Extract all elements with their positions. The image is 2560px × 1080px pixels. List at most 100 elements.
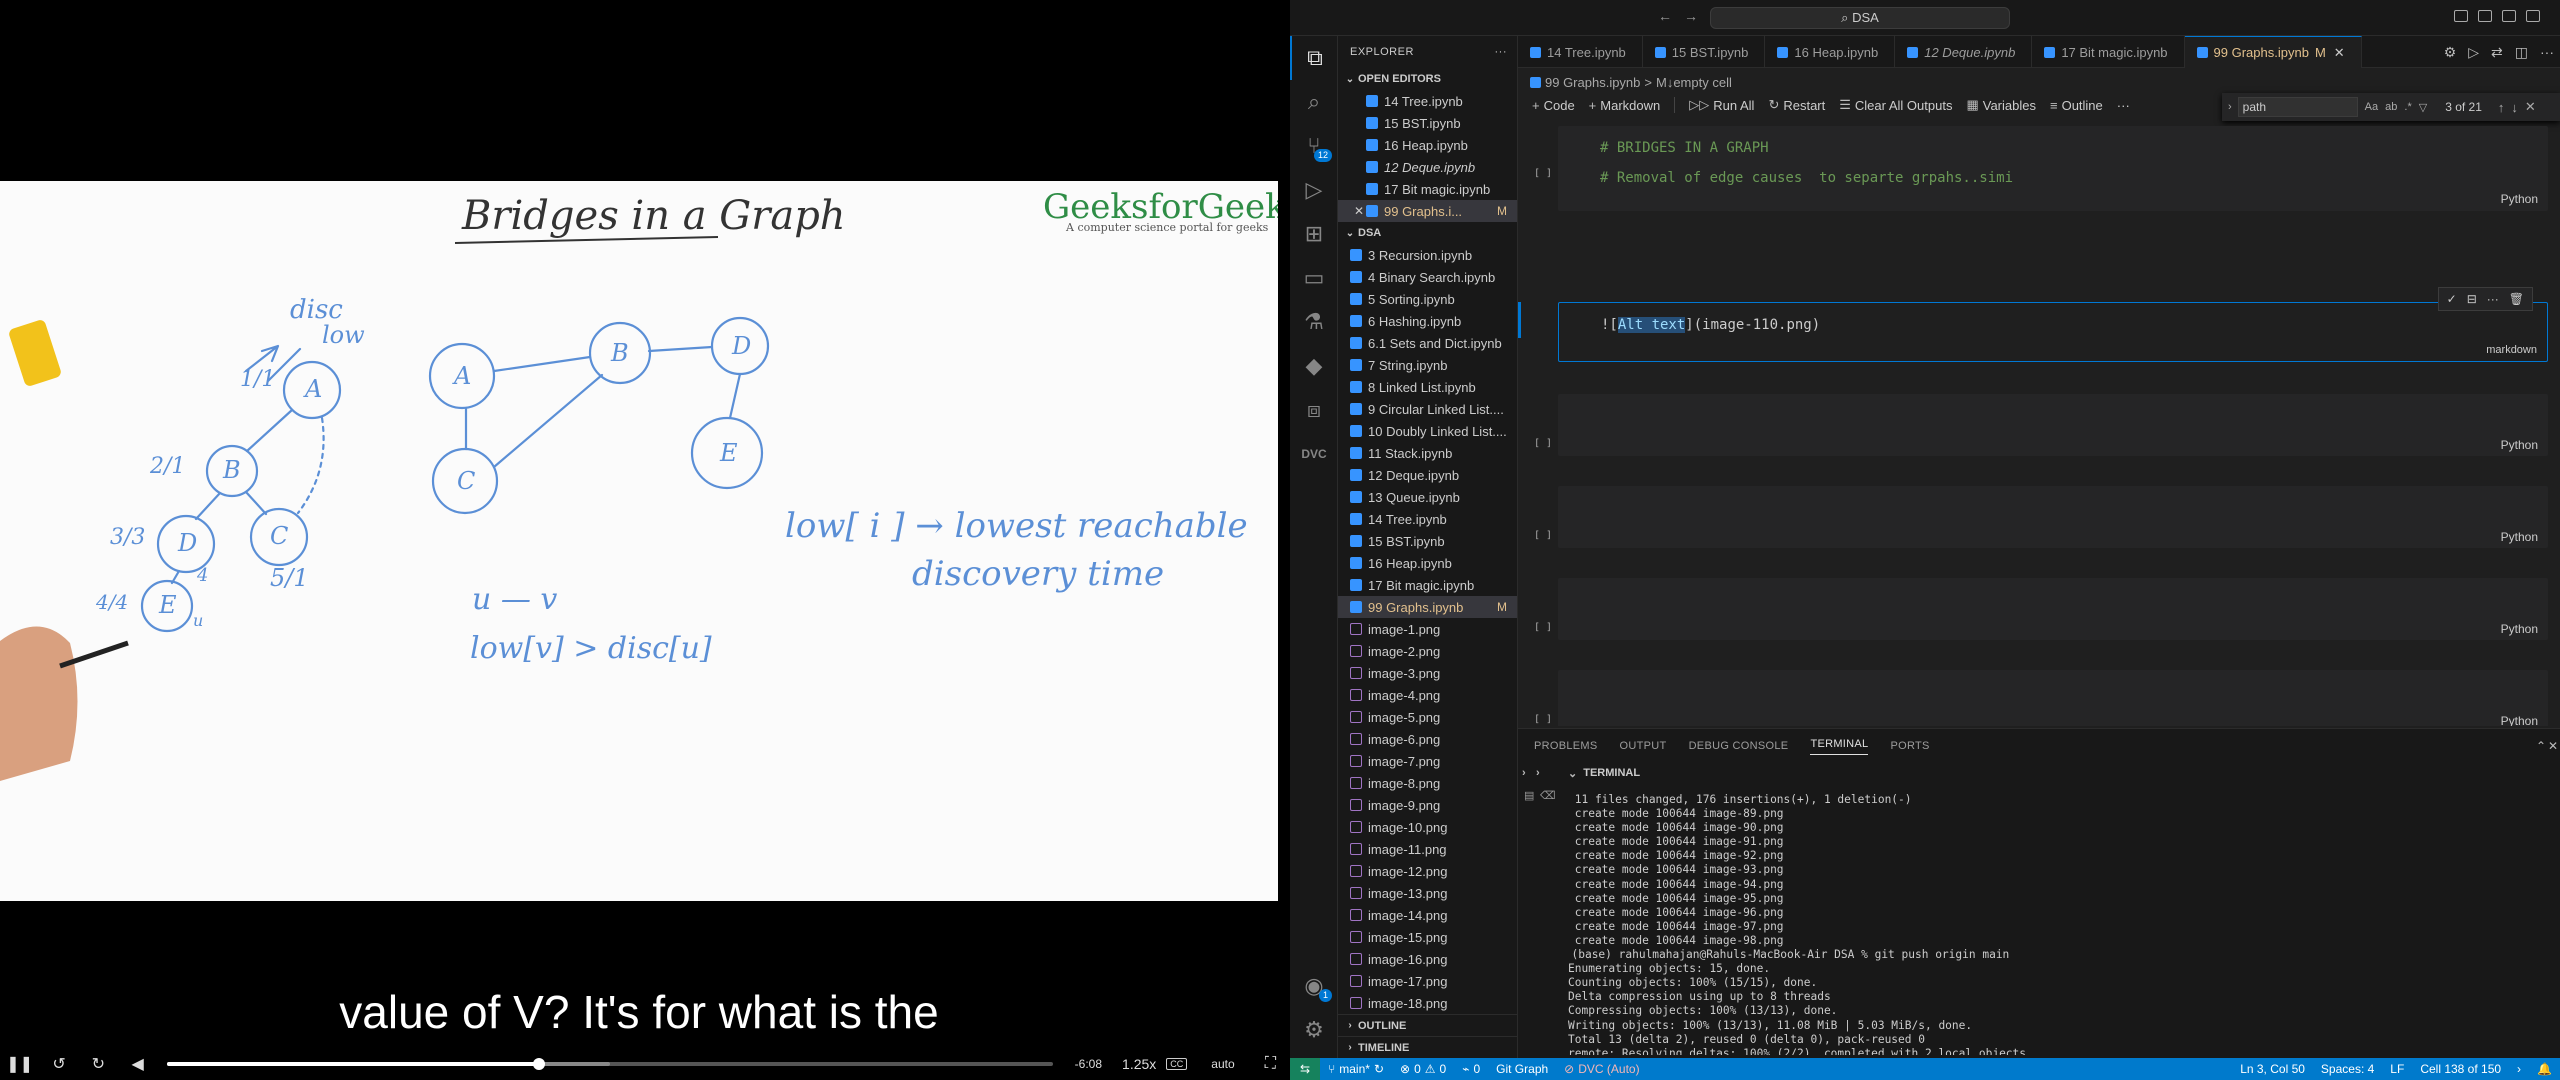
chevron-right-icon[interactable]: › <box>1536 767 1540 779</box>
cell-language[interactable]: Python <box>2501 192 2538 206</box>
add-markdown-button[interactable]: + Markdown <box>1589 98 1661 113</box>
extensions-icon[interactable]: ⊞ <box>1290 212 1338 256</box>
more-icon[interactable]: ··· <box>2540 44 2554 61</box>
file-tree-item[interactable]: image-3.png <box>1338 662 1517 684</box>
chevron-right-icon[interactable]: › <box>1522 767 1526 779</box>
file-tree-item[interactable]: image-17.png <box>1338 970 1517 992</box>
close-find-icon[interactable]: ✕ <box>2525 99 2536 115</box>
file-tree-item[interactable]: image-6.png <box>1338 728 1517 750</box>
file-tree-item[interactable]: image-8.png <box>1338 772 1517 794</box>
fullscreen-icon[interactable]: ⛶ <box>1251 1048 1290 1080</box>
file-tree-item[interactable]: 6 Hashing.ipynb <box>1338 310 1517 332</box>
open-editor-item[interactable]: 14 Tree.ipynb <box>1338 90 1517 112</box>
maximize-panel-icon[interactable]: ⌃ <box>2536 739 2546 753</box>
previous-match-icon[interactable]: ↑ <box>2498 100 2505 115</box>
ports-indicator[interactable]: ⌁ 0 <box>1454 1062 1488 1076</box>
speed-button[interactable]: 1.25x <box>1112 1056 1166 1072</box>
dvc-indicator[interactable]: ⊘ DVC (Auto) <box>1556 1062 1647 1076</box>
open-editor-item[interactable]: 12 Deque.ipynb <box>1338 156 1517 178</box>
editor-tab[interactable]: 17 Bit magic.ipynb <box>2032 36 2185 68</box>
settings-gear-icon[interactable]: ⚙ <box>1290 1008 1338 1052</box>
toggle-sidebar-icon[interactable] <box>2454 10 2468 22</box>
more-icon[interactable]: ··· <box>2487 292 2499 306</box>
file-tree-item[interactable]: 8 Linked List.ipynb <box>1338 376 1517 398</box>
source-control-icon[interactable]: ⑂ 12 <box>1290 124 1338 168</box>
clear-outputs-button[interactable]: ☰ Clear All Outputs <box>1839 97 1952 113</box>
captions-button[interactable]: CC <box>1166 1058 1188 1070</box>
variables-button[interactable]: ▦ Variables <box>1966 97 2036 113</box>
compare-icon[interactable]: ⇄ <box>2491 44 2503 61</box>
clear-terminal-icon[interactable]: ⌫ <box>1540 789 1556 802</box>
video-frame[interactable]: GeeksforGeeks A computer science portal … <box>0 181 1278 901</box>
match-case-icon[interactable]: Aa <box>2365 101 2378 113</box>
terminal-output[interactable]: 11 files changed, 176 insertions(+), 1 d… <box>1568 793 2538 1055</box>
chevron-down-icon[interactable]: ⌄ <box>1568 767 1577 780</box>
restart-button[interactable]: ↻ Restart <box>1768 97 1825 113</box>
panel-tab-output[interactable]: OUTPUT <box>1620 740 1667 752</box>
file-tree-item[interactable]: image-4.png <box>1338 684 1517 706</box>
cell-language[interactable]: Python <box>2501 622 2538 636</box>
match-word-icon[interactable]: ab <box>2385 101 2397 113</box>
breadcrumb-cell[interactable]: M↓empty cell <box>1656 75 1732 90</box>
testing-icon[interactable]: ⚗ <box>1290 300 1338 344</box>
volume-icon[interactable]: ◀ <box>118 1048 157 1080</box>
file-tree-item[interactable]: image-13.png <box>1338 882 1517 904</box>
file-tree-item[interactable]: image-14.png <box>1338 904 1517 926</box>
cell-position[interactable]: Cell 138 of 150 <box>2412 1062 2509 1076</box>
add-code-button[interactable]: + Code <box>1532 98 1575 113</box>
file-tree-item[interactable]: image-16.png <box>1338 948 1517 970</box>
file-tree-item[interactable]: image-9.png <box>1338 794 1517 816</box>
run-icon[interactable]: ▷ <box>2468 44 2479 61</box>
remote-indicator[interactable]: ⇆ <box>1290 1058 1321 1080</box>
docker-icon[interactable]: ◆ <box>1290 344 1338 388</box>
markdown-cell[interactable]: ![Alt text](image-110.png) markdown ✓ ⊟ … <box>1558 287 2548 362</box>
timeline-section[interactable]: › TIMELINE <box>1338 1036 1517 1058</box>
panel-tab-terminal[interactable]: TERMINAL <box>1810 738 1869 755</box>
check-icon[interactable]: ✓ <box>2447 292 2457 306</box>
file-tree-item[interactable]: image-10.png <box>1338 816 1517 838</box>
cell-language[interactable]: Python <box>2501 530 2538 544</box>
editor-tab[interactable]: 14 Tree.ipynb <box>1518 36 1643 68</box>
file-tree-item[interactable]: 6.1 Sets and Dict.ipynb <box>1338 332 1517 354</box>
open-editor-item[interactable]: 17 Bit magic.ipynb <box>1338 178 1517 200</box>
panel-tab-problems[interactable]: PROBLEMS <box>1534 740 1598 752</box>
quality-button[interactable]: auto <box>1201 1057 1244 1071</box>
file-tree-item[interactable]: image-5.png <box>1338 706 1517 728</box>
file-tree-item[interactable]: 4 Binary Search.ipynb <box>1338 266 1517 288</box>
command-center[interactable]: ⌕ DSA <box>1710 7 2010 29</box>
file-tree-item[interactable]: 12 Deque.ipynb <box>1338 464 1517 486</box>
breadcrumb-file[interactable]: 99 Graphs.ipynb <box>1545 75 1640 90</box>
editor-tab[interactable]: 16 Heap.ipynb <box>1765 36 1896 68</box>
file-tree-item[interactable]: 10 Doubly Linked List.... <box>1338 420 1517 442</box>
close-icon[interactable]: ✕ <box>1352 204 1366 218</box>
code-cell[interactable]: Python <box>1558 394 2548 456</box>
file-tree-item[interactable]: 9 Circular Linked List.... <box>1338 398 1517 420</box>
folder-header[interactable]: ⌄ DSA <box>1338 222 1517 244</box>
file-tree-item[interactable]: image-7.png <box>1338 750 1517 772</box>
file-tree-item[interactable]: 7 String.ipynb <box>1338 354 1517 376</box>
open-editor-item[interactable]: ✕ 99 Graphs.i... M <box>1338 200 1517 222</box>
jupyter-icon[interactable]: ⧈ <box>1290 388 1338 432</box>
code-cell[interactable]: # BRIDGES IN A GRAPH # Removal of edge c… <box>1558 126 2548 211</box>
cell-language[interactable]: Python <box>2501 714 2538 726</box>
accounts-icon[interactable]: ◉ 1 <box>1290 964 1338 1008</box>
terminal-icon[interactable]: ▤ <box>1524 789 1534 802</box>
file-tree-item[interactable]: 16 Heap.ipynb <box>1338 552 1517 574</box>
indentation[interactable]: Spaces: 4 <box>2313 1062 2382 1076</box>
gear-icon[interactable]: ⚙ <box>2444 44 2457 61</box>
outline-button[interactable]: ≡ Outline <box>2050 98 2103 113</box>
run-debug-icon[interactable]: ▷ <box>1290 168 1338 212</box>
search-icon[interactable]: ⌕ <box>1290 80 1338 124</box>
panel-tab-ports[interactable]: PORTS <box>1890 740 1929 752</box>
cursor-position[interactable]: Ln 3, Col 50 <box>2232 1062 2313 1076</box>
back-arrow-icon[interactable]: ← <box>1658 8 1672 24</box>
file-tree-item[interactable]: 13 Queue.ipynb <box>1338 486 1517 508</box>
next-match-icon[interactable]: ↓ <box>2511 100 2518 115</box>
run-all-button[interactable]: ▷▷ Run All <box>1689 97 1754 113</box>
file-tree-item[interactable]: image-18.png <box>1338 992 1517 1014</box>
file-tree-item[interactable]: image-12.png <box>1338 860 1517 882</box>
code-cell[interactable]: Python <box>1558 670 2548 726</box>
cell-language[interactable]: Python <box>2501 438 2538 452</box>
remote-explorer-icon[interactable]: ▭ <box>1290 256 1338 300</box>
video-player[interactable]: GeeksforGeeks A computer science portal … <box>0 0 1290 1080</box>
